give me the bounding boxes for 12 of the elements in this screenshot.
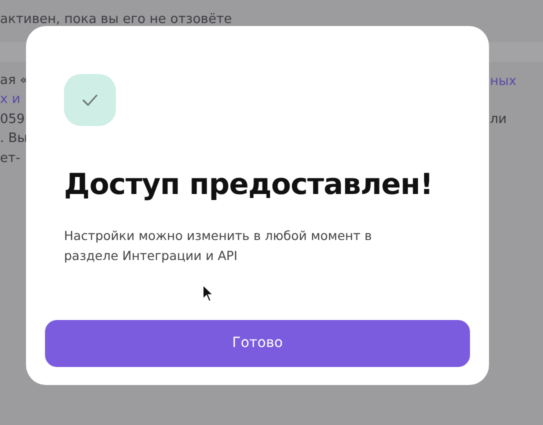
check-icon bbox=[64, 74, 116, 126]
done-button[interactable]: Готово bbox=[45, 320, 470, 367]
link-text[interactable]: х и bbox=[0, 92, 20, 107]
notice-text: активен, пока вы его не отзовёте bbox=[0, 11, 233, 29]
dialog-message: Настройки можно изменить в любой момент в разделе Интеграции и API bbox=[64, 227, 373, 266]
dialog-title: Доступ предоставлен! bbox=[64, 166, 434, 202]
body-text: ли bbox=[490, 112, 507, 127]
body-text: . Вы bbox=[0, 131, 28, 146]
body-text: ет- bbox=[0, 150, 20, 166]
link-text[interactable]: ных bbox=[490, 74, 516, 88]
cursor-icon bbox=[202, 284, 215, 304]
body-text: 059 bbox=[0, 112, 25, 126]
